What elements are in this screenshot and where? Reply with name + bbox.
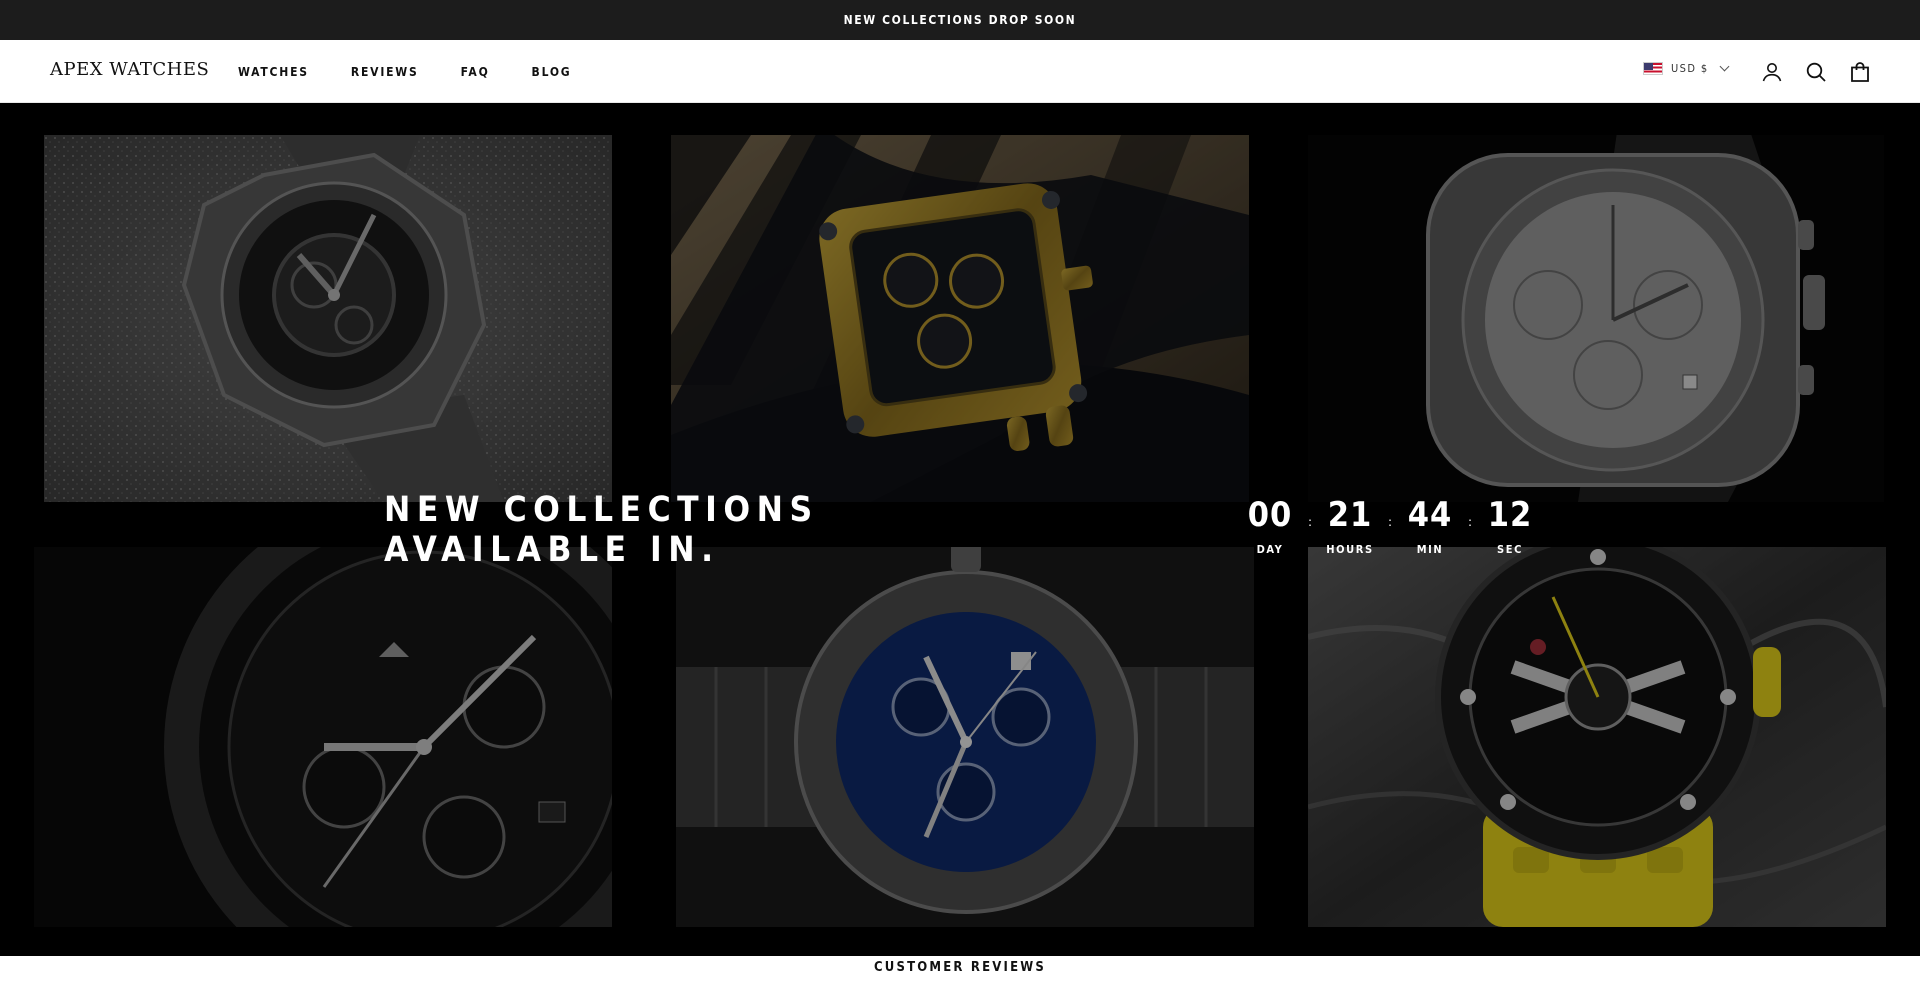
countdown-seconds-value: 12 <box>1487 495 1533 535</box>
nav-reviews[interactable]: REVIEWS <box>351 65 419 79</box>
currency-label: USD $ <box>1671 62 1709 75</box>
countdown-timer: 00 DAY : 21 HOURS : 44 MIN : 12 SEC <box>1248 495 1532 556</box>
countdown-hours: 21 HOURS <box>1326 495 1374 556</box>
countdown-hours-label: HOURS <box>1326 543 1374 556</box>
countdown-separator: : <box>1387 515 1393 529</box>
account-icon[interactable] <box>1760 60 1784 84</box>
countdown-seconds-label: SEC <box>1497 543 1523 556</box>
countdown-days-label: DAY <box>1256 543 1284 556</box>
countdown-minutes-value: 44 <box>1407 495 1453 535</box>
hero-headline: NEW COLLECTIONS AVAILABLE IN. <box>384 490 819 570</box>
nav-blog[interactable]: BLOG <box>532 65 572 79</box>
countdown-days: 00 DAY <box>1248 495 1292 556</box>
logo[interactable]: APEX WATCHES <box>50 59 209 80</box>
announcement-text: NEW COLLECTIONS DROP SOON <box>843 13 1077 27</box>
countdown-days-value: 00 <box>1247 495 1293 535</box>
countdown-seconds: 12 SEC <box>1488 495 1532 556</box>
site-header: APEX WATCHES WATCHES REVIEWS FAQ BLOG US… <box>0 40 1920 103</box>
currency-selector[interactable]: USD $ <box>1643 61 1730 75</box>
countdown-minutes: 44 MIN <box>1408 495 1452 556</box>
us-flag-icon <box>1643 62 1663 75</box>
countdown-minutes-label: MIN <box>1416 543 1444 556</box>
countdown-separator: : <box>1467 515 1473 529</box>
nav-faq[interactable]: FAQ <box>461 65 490 79</box>
nav-watches[interactable]: WATCHES <box>238 65 309 79</box>
countdown-hours-value: 21 <box>1327 495 1373 535</box>
main-nav: WATCHES REVIEWS FAQ BLOG <box>238 40 613 103</box>
cart-bag-icon[interactable] <box>1848 60 1872 84</box>
customer-reviews-heading: CUSTOMER REVIEWS <box>873 960 1047 975</box>
countdown-separator: : <box>1307 515 1313 529</box>
search-icon[interactable] <box>1804 60 1828 84</box>
hero-overlay <box>0 103 1920 956</box>
hero-countdown-section: NEW COLLECTIONS AVAILABLE IN. 00 DAY : 2… <box>0 103 1920 956</box>
chevron-down-icon <box>1719 61 1730 72</box>
announcement-bar: NEW COLLECTIONS DROP SOON <box>0 0 1920 40</box>
